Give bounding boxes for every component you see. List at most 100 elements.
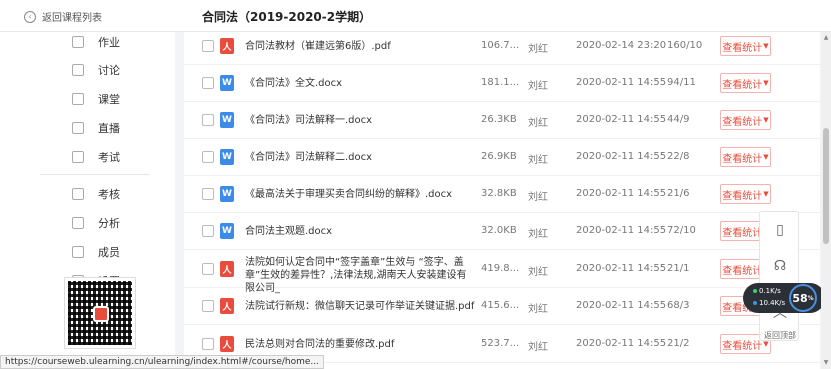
sidebar-item-analysis[interactable]: 分析: [72, 215, 120, 231]
back-to-top-label[interactable]: 返回顶部: [760, 330, 800, 341]
caret-down-icon: ▼: [763, 79, 769, 87]
word-file-icon: W: [220, 186, 234, 202]
sidebar-item-members[interactable]: 成员: [72, 244, 120, 260]
sidebar-item-live[interactable]: 直播: [72, 120, 120, 136]
file-date: 2020-02-14 23:20: [576, 40, 667, 51]
file-author: 刘红: [528, 229, 548, 240]
scroll-thumb[interactable]: [823, 128, 829, 244]
sidebar-item-classroom[interactable]: 课堂: [72, 91, 120, 107]
file-name[interactable]: 《合同法》司法解释一.docx: [245, 114, 475, 127]
file-name[interactable]: 法院试行新规：微信聊天记录可作举证关键证据.pdf: [245, 300, 475, 313]
sidebar-item-label: 成员: [98, 246, 120, 259]
view-stats-button[interactable]: 查看统计▼: [720, 147, 771, 167]
pdf-file-icon: 人: [220, 38, 234, 54]
memory-percent-gauge[interactable]: 58%: [789, 284, 817, 312]
row-checkbox[interactable]: [202, 114, 214, 126]
view-stats-button[interactable]: 查看统计▼: [720, 36, 771, 56]
table-row: W 合同法主观题.docx 32.0KB 刘红 2020-02-11 14:55…: [184, 213, 820, 250]
file-name[interactable]: 《最高法关于审理买卖合同纠纷的解释》.docx: [245, 188, 475, 201]
file-name[interactable]: 民法总则对合同法的重要修改.pdf: [245, 338, 475, 351]
view-stats-button[interactable]: 查看统计▼: [720, 184, 771, 204]
file-size: 26.9KB: [481, 151, 517, 162]
download-dot-icon: [753, 301, 757, 305]
file-author: 刘红: [528, 155, 548, 166]
view-download-count: 72/10: [667, 225, 696, 236]
view-stats-label: 查看统计: [722, 227, 763, 239]
sidebar-item-label: 课堂: [98, 93, 120, 106]
headset-icon[interactable]: ☊: [760, 248, 800, 284]
members-icon: [72, 246, 84, 258]
word-file-icon: W: [220, 75, 234, 91]
file-name[interactable]: 《合同法》全文.docx: [245, 77, 475, 90]
view-download-count: 44/9: [667, 114, 690, 125]
exam-icon: [72, 151, 84, 163]
file-size: 32.0KB: [481, 225, 517, 236]
view-stats-button[interactable]: 查看统计▼: [720, 73, 771, 93]
percent-sign: %: [807, 294, 814, 302]
sidebar-item-discussion[interactable]: 讨论: [72, 62, 120, 78]
pdf-file-icon: 人: [220, 261, 234, 277]
percent-value: 58: [792, 291, 808, 305]
download-value: 10.4: [759, 299, 775, 307]
view-download-count: 68/3: [667, 300, 690, 311]
file-date: 2020-02-11 14:55: [576, 77, 667, 88]
row-checkbox[interactable]: [202, 151, 214, 163]
row-checkbox[interactable]: [202, 188, 214, 200]
table-row: W 《合同法》司法解释一.docx 26.3KB 刘红 2020-02-11 1…: [184, 102, 820, 139]
file-size: 523.7...: [481, 338, 520, 349]
upload-value: 0.1: [759, 287, 771, 295]
file-author: 刘红: [528, 118, 548, 129]
page-scrollbar[interactable]: ▲ ▼: [821, 32, 831, 369]
row-checkbox[interactable]: [202, 338, 214, 350]
file-list: 人 合同法教材（崔建远第6版）.pdf 106.7... 刘红 2020-02-…: [184, 32, 820, 369]
file-author: 刘红: [528, 192, 548, 203]
sidebar-item-label: 考核: [98, 188, 120, 201]
row-checkbox[interactable]: [202, 40, 214, 52]
upload-speed: 0.1K/s: [753, 287, 781, 295]
scroll-down-arrow-icon[interactable]: ▼: [823, 359, 829, 366]
sidebar-item-exam[interactable]: 考试: [72, 149, 120, 165]
view-stats-button[interactable]: 查看统计▼: [720, 110, 771, 130]
file-date: 2020-02-11 14:55: [576, 263, 667, 274]
view-download-count: 22/8: [667, 151, 690, 162]
view-stats-label: 查看统计: [722, 190, 763, 202]
back-to-course-list[interactable]: ‹ 返回课程列表: [24, 9, 102, 24]
caret-down-icon: ▼: [763, 153, 769, 161]
file-date: 2020-02-11 14:55: [576, 151, 667, 162]
file-name[interactable]: 合同法主观题.docx: [245, 225, 475, 238]
sidebar-item-homework[interactable]: 作业: [72, 34, 120, 50]
file-size: 415.6...: [481, 300, 520, 311]
row-checkbox[interactable]: [202, 300, 214, 312]
table-row: 人 法院试行新规：微信聊天记录可作举证关键证据.pdf 415.6... 刘红 …: [184, 288, 820, 325]
scroll-up-arrow-icon[interactable]: ▲: [823, 34, 829, 41]
file-date: 2020-02-11 14:55: [576, 114, 667, 125]
view-stats-label: 查看统计: [722, 116, 763, 128]
view-stats-label: 查看统计: [722, 42, 763, 54]
top-bar: ‹ 返回课程列表 合同法（2019-2020-2学期）: [0, 0, 831, 32]
floating-toolbar: ▯ ☊ ︿ 返回顶部: [759, 211, 799, 341]
view-download-count: 21/6: [667, 188, 690, 199]
sidebar: 作业 讨论 课堂 直播 考试 考核 分析 成员 设置: [0, 32, 175, 369]
row-checkbox[interactable]: [202, 77, 214, 89]
word-file-icon: W: [220, 112, 234, 128]
qr-code: [64, 277, 136, 349]
file-author: 刘红: [528, 304, 548, 315]
table-row: 人 法院如何认定合同中“签字盖章”生效与 “签字、盖章”生效的差异性？,法律法规…: [184, 250, 820, 294]
sidebar-divider: [40, 174, 150, 175]
file-size: 32.8KB: [481, 188, 517, 199]
table-row: W 《合同法》司法解释二.docx 26.9KB 刘红 2020-02-11 1…: [184, 139, 820, 176]
phone-icon[interactable]: ▯: [760, 212, 800, 248]
file-name[interactable]: 合同法教材（崔建远第6版）.pdf: [245, 40, 475, 53]
sidebar-item-label: 考试: [98, 151, 120, 164]
file-name[interactable]: 《合同法》司法解释二.docx: [245, 151, 475, 164]
download-speed: 10.4K/s: [753, 299, 785, 307]
status-bar-url: https://courseweb.ulearning.cn/ulearning…: [0, 355, 325, 369]
row-checkbox[interactable]: [202, 263, 214, 275]
file-size: 419.8...: [481, 263, 520, 274]
sidebar-item-assessment[interactable]: 考核: [72, 186, 120, 202]
file-date: 2020-02-11 14:55: [576, 225, 667, 236]
view-stats-label: 查看统计: [722, 340, 763, 352]
pdf-file-icon: 人: [220, 298, 234, 314]
pdf-file-icon: 人: [220, 336, 234, 352]
row-checkbox[interactable]: [202, 225, 214, 237]
